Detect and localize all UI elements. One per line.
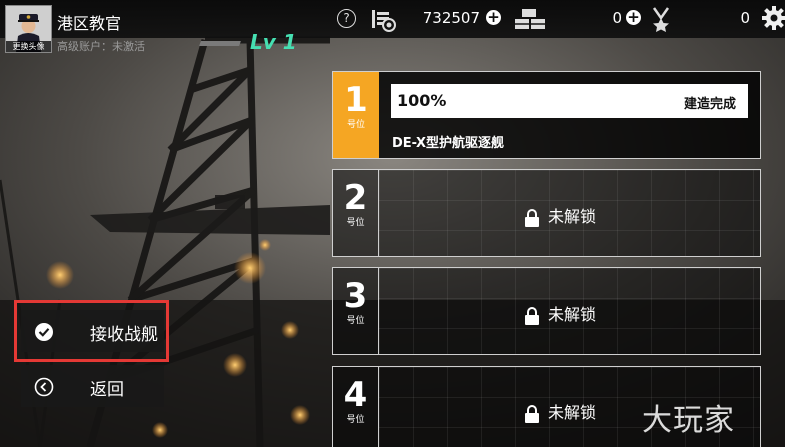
- locked-label: 未解锁: [548, 403, 597, 422]
- build-status: 建造完成: [683, 97, 736, 112]
- slot-3-locked: 未解锁: [524, 301, 596, 325]
- locked-label: 未解锁: [548, 305, 597, 324]
- lock-icon: [525, 404, 539, 423]
- progress-percent: 100%: [397, 91, 447, 110]
- player-level: Lv 1: [250, 30, 297, 54]
- slot-number: 3: [343, 276, 368, 316]
- locked-label: 未解锁: [548, 207, 597, 226]
- add-supplies-button[interactable]: +: [626, 10, 641, 25]
- back-label: 返回: [90, 380, 124, 400]
- slot-number: 1: [344, 80, 368, 120]
- level-stripe: [199, 41, 241, 46]
- slot-number-badge: 3 号位: [333, 268, 379, 354]
- supplies-value: 0: [612, 9, 622, 27]
- medal-icon: [652, 7, 670, 32]
- help-icon[interactable]: ?: [337, 9, 356, 28]
- account-status: 高级账户：未激活: [57, 40, 145, 53]
- avatar-change-label: 更换头像: [6, 41, 51, 52]
- slot-number-badge: 4 号位: [333, 367, 379, 447]
- gear-icon[interactable]: [762, 6, 785, 30]
- add-coins-button[interactable]: +: [486, 10, 501, 25]
- slot-number: 4: [343, 375, 368, 415]
- slot-number-badge: 2 号位: [333, 170, 379, 256]
- player-name: 港区教官: [57, 14, 122, 33]
- slot-unit-label: 号位: [346, 120, 365, 130]
- medals-value: 0: [740, 9, 750, 27]
- avatar[interactable]: 更换头像: [5, 5, 52, 53]
- watermark-logo: 大玩家: [642, 403, 735, 438]
- coin-stack-icon: [372, 10, 396, 32]
- lock-icon: [525, 208, 539, 227]
- highlight-box: [14, 300, 169, 362]
- slot-number: 2: [343, 178, 368, 218]
- build-progress-bar: 100% 建造完成: [391, 84, 748, 118]
- slot-number-badge: 1 号位: [333, 72, 379, 158]
- back-button[interactable]: 返回: [21, 365, 164, 407]
- slot-4-locked: 未解锁: [524, 399, 596, 423]
- back-arrow-icon: [34, 377, 54, 397]
- slot-unit-label: 号位: [346, 218, 365, 228]
- lock-icon: [525, 306, 539, 325]
- supply-crates-icon: [515, 9, 545, 29]
- ship-name: DE-X型护航驱逐舰: [392, 136, 505, 151]
- slot-2-locked: 未解锁: [524, 203, 596, 227]
- slot-unit-label: 号位: [346, 415, 365, 425]
- coins-value: 732507: [422, 9, 480, 27]
- slot-unit-label: 号位: [346, 316, 365, 326]
